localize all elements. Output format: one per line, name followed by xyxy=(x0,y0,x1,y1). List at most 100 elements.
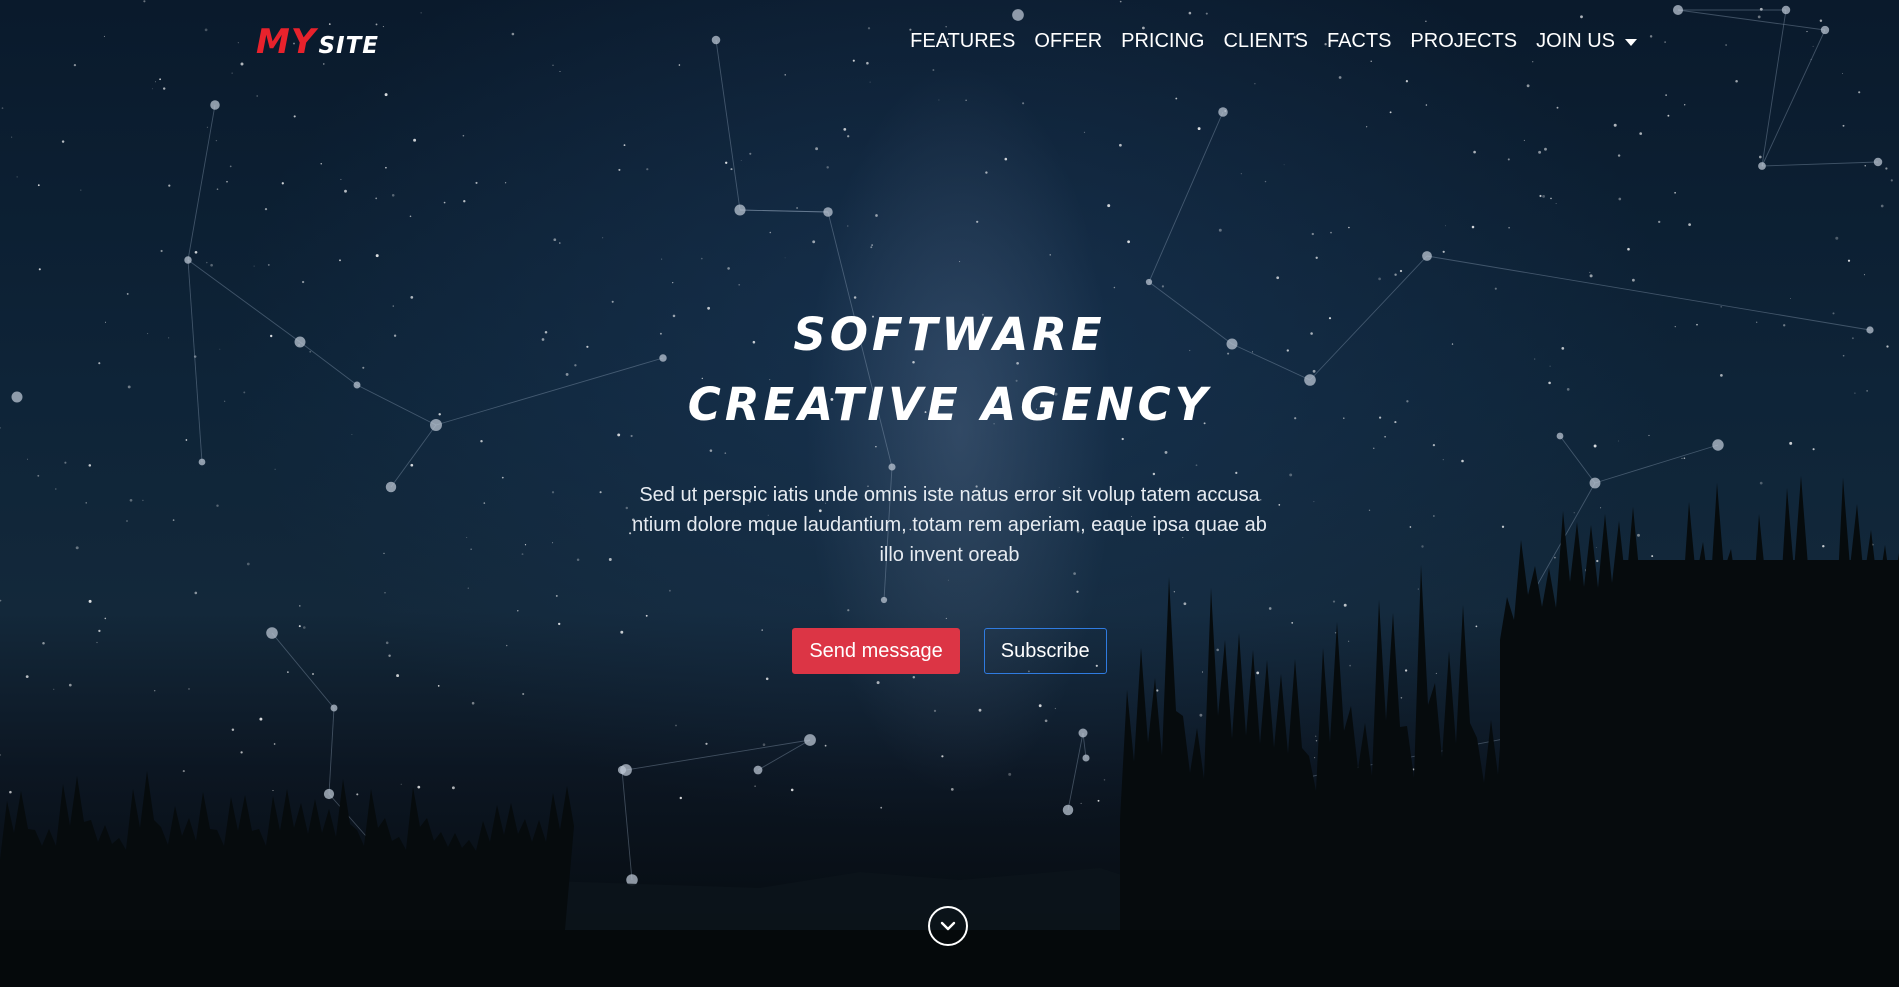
star xyxy=(1378,277,1381,281)
star xyxy=(1348,226,1350,229)
star xyxy=(1544,147,1547,151)
star xyxy=(675,724,677,727)
star xyxy=(1311,232,1314,236)
star xyxy=(1315,735,1317,737)
star xyxy=(504,182,507,184)
star xyxy=(1400,697,1403,699)
star xyxy=(1080,802,1082,804)
star xyxy=(1399,269,1403,273)
star xyxy=(938,99,940,101)
hero-title-line-2: CREATIVE AGENCY xyxy=(687,378,1212,431)
star xyxy=(1473,150,1476,154)
star xyxy=(1835,236,1839,240)
star xyxy=(1156,689,1159,692)
star xyxy=(623,144,626,147)
star xyxy=(1444,225,1446,227)
star xyxy=(1097,799,1100,802)
constellation-node xyxy=(210,100,220,110)
star xyxy=(451,786,455,790)
nav-item-offer[interactable]: OFFER xyxy=(1034,30,1102,53)
star xyxy=(216,188,219,190)
constellation-line xyxy=(328,707,335,795)
constellation-node xyxy=(1062,804,1074,816)
star xyxy=(229,165,232,168)
constellation-line xyxy=(1148,111,1224,283)
star xyxy=(1618,197,1622,201)
nav-dropdown-label: JOIN US xyxy=(1536,30,1615,52)
star xyxy=(754,785,756,787)
star xyxy=(1022,102,1025,105)
constellation-node xyxy=(753,765,763,775)
star xyxy=(168,184,171,187)
star xyxy=(1550,197,1552,200)
nav-item-projects[interactable]: PROJECTS xyxy=(1410,30,1517,53)
star xyxy=(1113,286,1116,289)
star xyxy=(409,215,412,218)
star xyxy=(16,176,18,178)
constellation-node xyxy=(1082,754,1090,762)
nav-item-pricing[interactable]: PRICING xyxy=(1121,30,1204,53)
constellation-line xyxy=(1761,161,1879,167)
star xyxy=(618,168,621,171)
star xyxy=(1494,287,1497,290)
scroll-down-button[interactable] xyxy=(928,906,968,946)
star xyxy=(1314,757,1316,759)
star xyxy=(875,214,878,217)
send-message-button[interactable]: Send message xyxy=(792,628,960,674)
star xyxy=(413,138,417,142)
star xyxy=(339,259,341,262)
brand-logo[interactable]: MY SITE xyxy=(256,22,379,62)
star xyxy=(463,200,466,203)
subscribe-button[interactable]: Subscribe xyxy=(983,628,1107,674)
nav-item-facts[interactable]: FACTS xyxy=(1327,30,1391,53)
star xyxy=(1613,123,1617,127)
star xyxy=(1542,195,1545,198)
star xyxy=(522,692,525,696)
star xyxy=(646,168,649,171)
star xyxy=(1658,220,1661,224)
star xyxy=(1366,126,1368,128)
star xyxy=(941,755,944,758)
star xyxy=(1674,191,1676,194)
star xyxy=(1665,94,1667,96)
star xyxy=(727,267,730,270)
star xyxy=(762,743,766,746)
star xyxy=(384,93,388,97)
star xyxy=(1632,278,1635,282)
star xyxy=(1538,150,1542,154)
star xyxy=(725,161,728,164)
star xyxy=(740,159,742,161)
star xyxy=(267,263,270,266)
star xyxy=(264,207,268,211)
star xyxy=(1539,194,1542,198)
constellation-node xyxy=(330,704,338,712)
star xyxy=(1508,226,1510,229)
star xyxy=(417,785,421,789)
star xyxy=(1330,231,1332,234)
constellation-line xyxy=(625,739,811,771)
star xyxy=(38,268,41,271)
navbar: MY SITE FEATURES OFFER PRICING CLIENTS F… xyxy=(0,0,1899,90)
star xyxy=(240,751,243,754)
star xyxy=(912,676,916,679)
nav-item-clients[interactable]: CLIENTS xyxy=(1223,30,1307,53)
star xyxy=(1276,276,1280,280)
star xyxy=(1890,179,1893,182)
star xyxy=(1507,158,1510,161)
star xyxy=(843,128,847,131)
star xyxy=(53,688,55,690)
constellation-node xyxy=(804,734,816,746)
nav-dropdown-join-us[interactable]: JOIN US xyxy=(1536,30,1637,53)
star xyxy=(1617,154,1621,157)
constellation-node xyxy=(1078,728,1088,738)
star xyxy=(1688,223,1691,226)
constellation-line xyxy=(621,769,633,881)
star xyxy=(1161,285,1165,288)
star xyxy=(705,742,708,745)
star xyxy=(153,689,156,692)
brand-logo-my: MY xyxy=(256,22,317,62)
star xyxy=(80,189,82,191)
star xyxy=(1218,228,1222,232)
nav-item-features[interactable]: FEATURES xyxy=(910,30,1015,53)
star xyxy=(661,258,663,260)
